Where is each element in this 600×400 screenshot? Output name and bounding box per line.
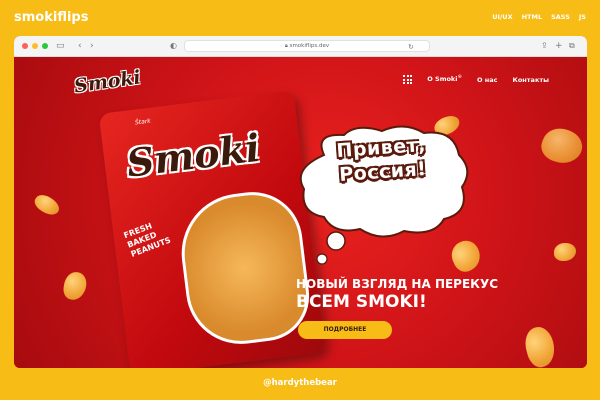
nav-item-about-us[interactable]: О нас: [477, 76, 498, 84]
peanut-puff-decoration: [61, 270, 89, 302]
tagline-line-1: НОВЫЙ ВЗГЛЯД НА ПЕРЕКУС: [296, 277, 499, 291]
close-window-button[interactable]: [22, 43, 28, 49]
more-button[interactable]: ПОДРОБНЕЕ: [298, 321, 392, 339]
tag-js: JS: [578, 13, 586, 21]
sidebar-icon[interactable]: ▭: [56, 40, 65, 52]
address-bar[interactable]: 🔒︎ smokiflips.dev: [184, 40, 430, 52]
main-nav: О Smoki® О нас Контакты: [403, 75, 549, 84]
nav-item-contacts[interactable]: Контакты: [513, 76, 549, 84]
back-icon[interactable]: ‹: [78, 40, 82, 52]
nav-item-about-smoki[interactable]: О Smoki®: [427, 75, 462, 83]
peanut-puff-decoration: [554, 243, 576, 261]
tag-html: HTML: [521, 13, 543, 21]
tabs-overview-icon[interactable]: ⧉: [569, 40, 575, 52]
browser-window: ▭ ‹ › ◐ 🔒︎ smokiflips.dev ↻ ⇪ + ⧉ Smoki: [14, 36, 587, 368]
browser-toolbar: ▭ ‹ › ◐ 🔒︎ smokiflips.dev ↻ ⇪ + ⧉: [14, 36, 587, 57]
tag-uiux: UI/UX: [492, 13, 513, 21]
hero-tagline: НОВЫЙ ВЗГЛЯД НА ПЕРЕКУС ВСЕМ SMOKI!: [296, 277, 498, 313]
hero-section: Smoki О Smoki® О нас Контакты Štark Smok…: [14, 57, 587, 368]
registered-mark: ®: [457, 75, 462, 81]
url-text: smokiflips.dev: [289, 43, 330, 49]
menu-grid-icon[interactable]: [403, 75, 413, 84]
tag-sass: SASS: [551, 13, 570, 21]
bag-brand: Smoki: [124, 124, 263, 186]
minimize-window-button[interactable]: [32, 43, 38, 49]
lock-icon: 🔒︎: [284, 43, 288, 49]
portfolio-brand: smokiflips: [14, 10, 89, 25]
product-bag-image: Štark Smoki FRESH BAKED PEANUTS: [98, 90, 326, 368]
author-watermark: @hardythebear: [263, 378, 337, 388]
share-icon[interactable]: ⇪: [541, 40, 548, 52]
maximize-window-button[interactable]: [42, 43, 48, 49]
site-logo[interactable]: Smoki: [73, 66, 142, 97]
bag-seal: Štark: [134, 117, 152, 127]
privacy-shield-icon[interactable]: ◐: [170, 40, 177, 52]
peanut-puff-decoration: [31, 190, 63, 220]
forward-icon[interactable]: ›: [90, 40, 94, 52]
reload-icon[interactable]: ↻: [408, 41, 414, 53]
peanut-puff-decoration: [521, 324, 559, 368]
nav-item-label: О Smoki: [427, 75, 458, 84]
new-tab-icon[interactable]: +: [555, 40, 563, 52]
portfolio-tags: UI/UX HTML SASS JS: [492, 13, 586, 21]
tagline-line-2: ВСЕМ SMOKI!: [296, 292, 427, 312]
peanut-puff-decoration: [537, 123, 587, 169]
